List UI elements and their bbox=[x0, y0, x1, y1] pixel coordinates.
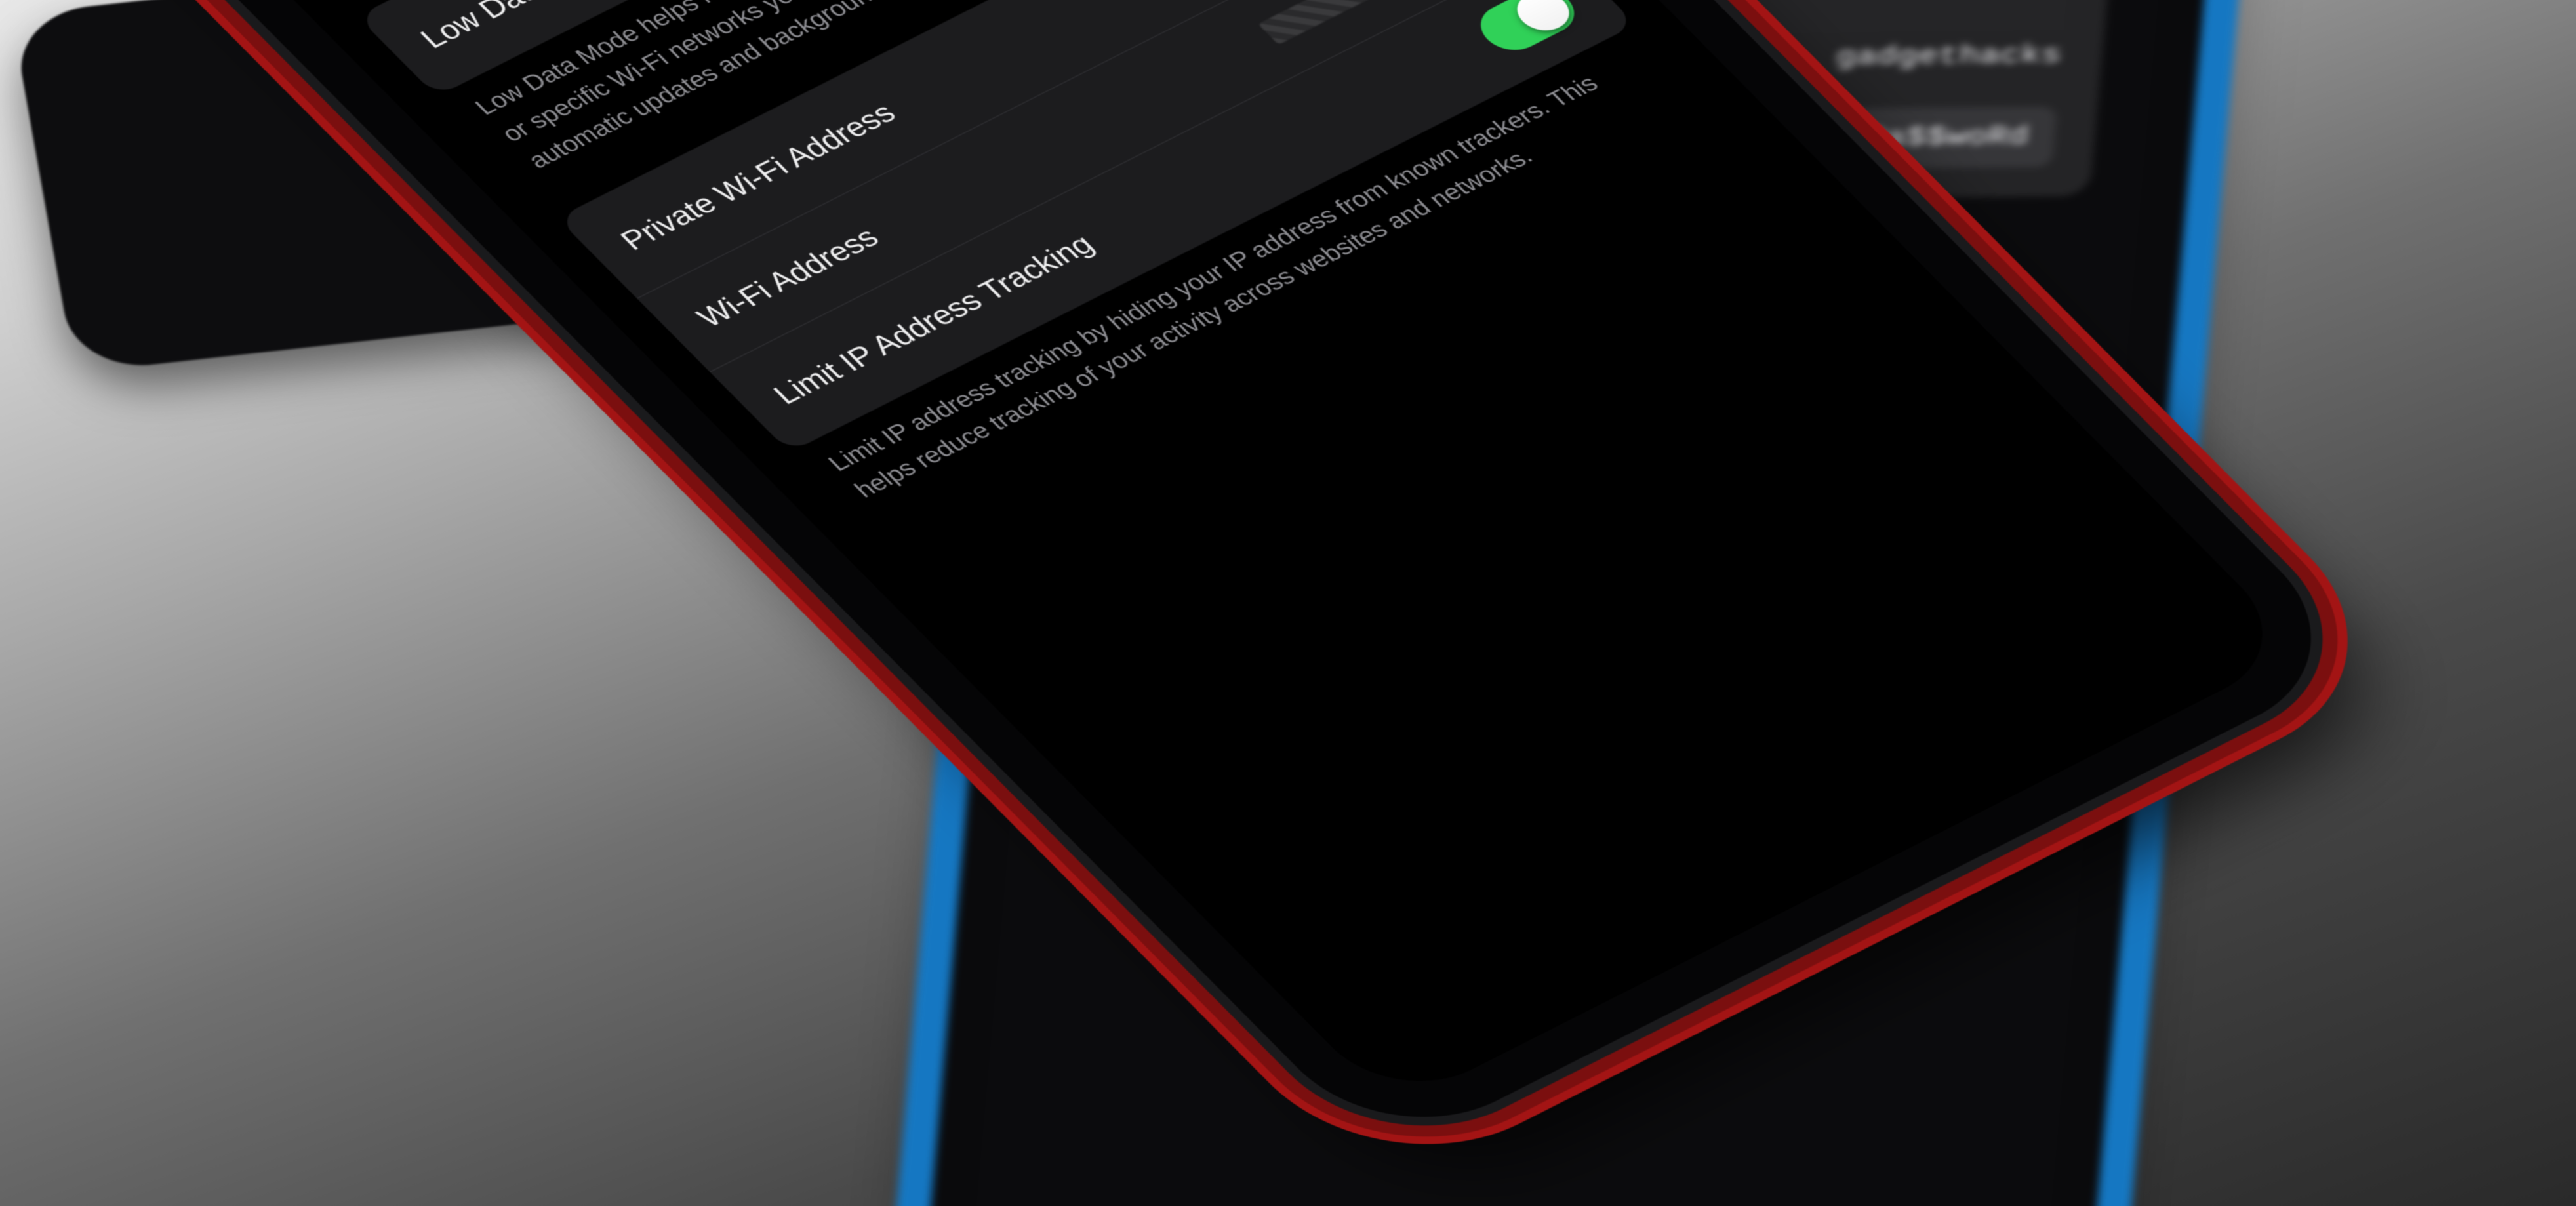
limit-ip-toggle[interactable] bbox=[1468, 0, 1586, 58]
photo-scene: ‹ Passwords Edit work.hotspot Last modif… bbox=[0, 0, 2576, 1206]
username-value[interactable]: gadgethacks bbox=[1835, 40, 2063, 72]
